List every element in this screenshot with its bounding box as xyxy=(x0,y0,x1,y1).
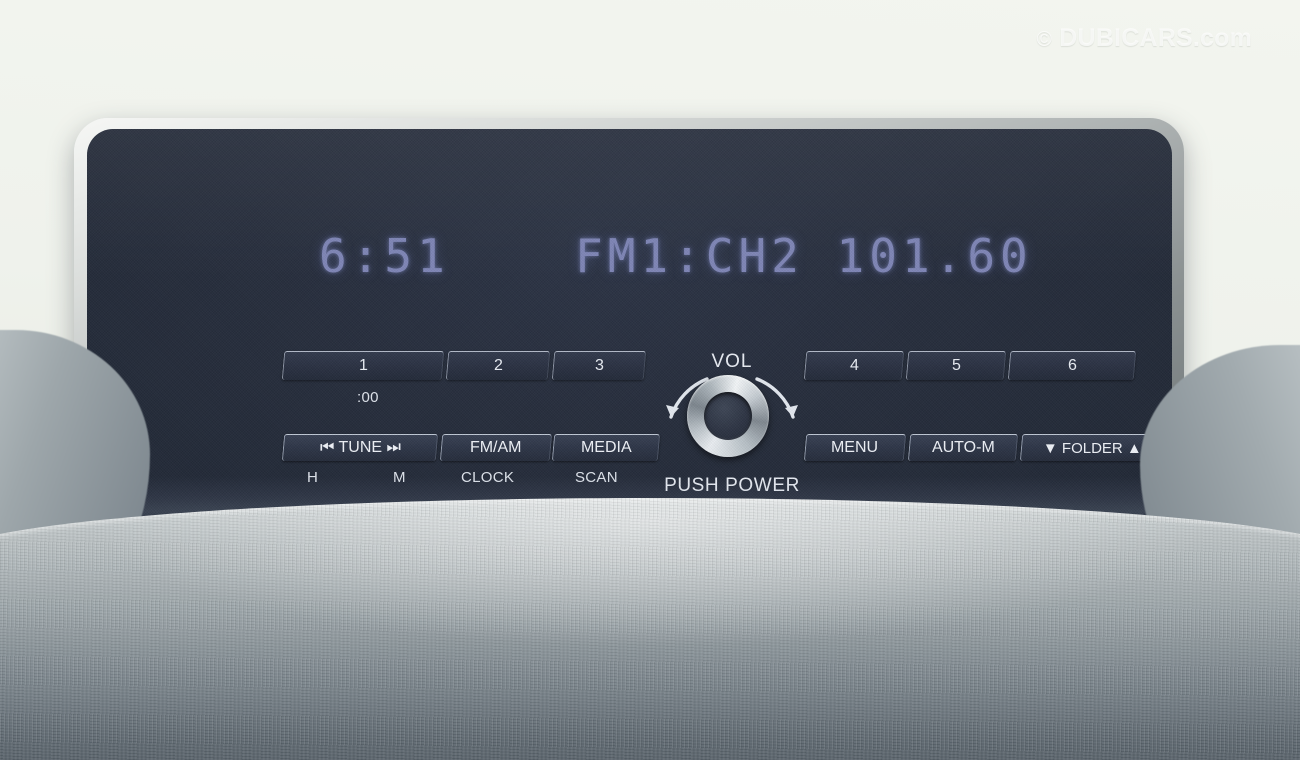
display-radio-info: FM1:CH2 101.60 xyxy=(575,229,1033,283)
preset-button-5[interactable]: 5 xyxy=(905,351,1007,380)
auto-m-button[interactable]: AUTO-M xyxy=(907,434,1019,461)
car-stereo-photo: © DUBICARS.com 6:51 FM1:CH2 101.60 1 2 3 xyxy=(0,0,1300,760)
volume-control-group: VOL PUSH POWER xyxy=(647,329,817,509)
watermark-text: DUBICARS.com xyxy=(1059,24,1252,52)
tune-button-label: ⏮ TUNE ⏭ xyxy=(319,439,401,456)
preset-button-3[interactable]: 3 xyxy=(551,351,647,380)
scan-sub-label: SCAN xyxy=(575,469,618,486)
preset-1-sub-label: :00 xyxy=(357,389,379,406)
preset-button-5-label: 5 xyxy=(951,357,961,374)
folder-button-label: ▼ FOLDER ▲ xyxy=(1042,439,1142,457)
preset-button-6[interactable]: 6 xyxy=(1007,351,1137,380)
fm-am-button-label: FM/AM xyxy=(470,439,522,456)
fm-am-button[interactable]: FM/AM xyxy=(439,434,553,461)
menu-button-label: MENU xyxy=(831,439,879,456)
preset-button-1-label: 1 xyxy=(358,357,368,374)
menu-button[interactable]: MENU xyxy=(803,434,907,461)
car-stereo-head-unit: 6:51 FM1:CH2 101.60 1 2 3 :00 4 5 6 ⏮ TU… xyxy=(74,118,1184,522)
lcd-display: 6:51 FM1:CH2 101.60 xyxy=(287,221,1028,291)
clock-sub-label: CLOCK xyxy=(461,469,515,486)
dashboard-pad xyxy=(0,498,1300,760)
preset-button-4[interactable]: 4 xyxy=(803,351,905,380)
volume-knob-center[interactable] xyxy=(704,392,752,440)
tune-sub-label-minute: M xyxy=(393,469,406,486)
push-power-label: PUSH POWER xyxy=(664,475,800,496)
copyright-icon: © xyxy=(1036,28,1053,51)
media-button-label: MEDIA xyxy=(580,439,632,456)
display-clock: 6:51 xyxy=(319,229,450,283)
tune-button[interactable]: ⏮ TUNE ⏭ xyxy=(281,434,439,461)
preset-button-2[interactable]: 2 xyxy=(445,351,551,380)
watermark: © DUBICARS.com xyxy=(1036,24,1252,53)
preset-button-6-label: 6 xyxy=(1067,357,1077,374)
unit-face-panel: 6:51 FM1:CH2 101.60 1 2 3 :00 4 5 6 ⏮ TU… xyxy=(87,129,1172,522)
volume-knob[interactable] xyxy=(687,375,769,457)
tune-sub-label-hour: H xyxy=(307,469,319,486)
preset-button-3-label: 3 xyxy=(594,357,604,374)
preset-button-2-label: 2 xyxy=(493,357,503,374)
media-button[interactable]: MEDIA xyxy=(551,434,661,461)
preset-button-4-label: 4 xyxy=(849,357,859,374)
preset-button-1[interactable]: 1 xyxy=(281,351,445,380)
auto-m-button-label: AUTO-M xyxy=(931,439,995,456)
